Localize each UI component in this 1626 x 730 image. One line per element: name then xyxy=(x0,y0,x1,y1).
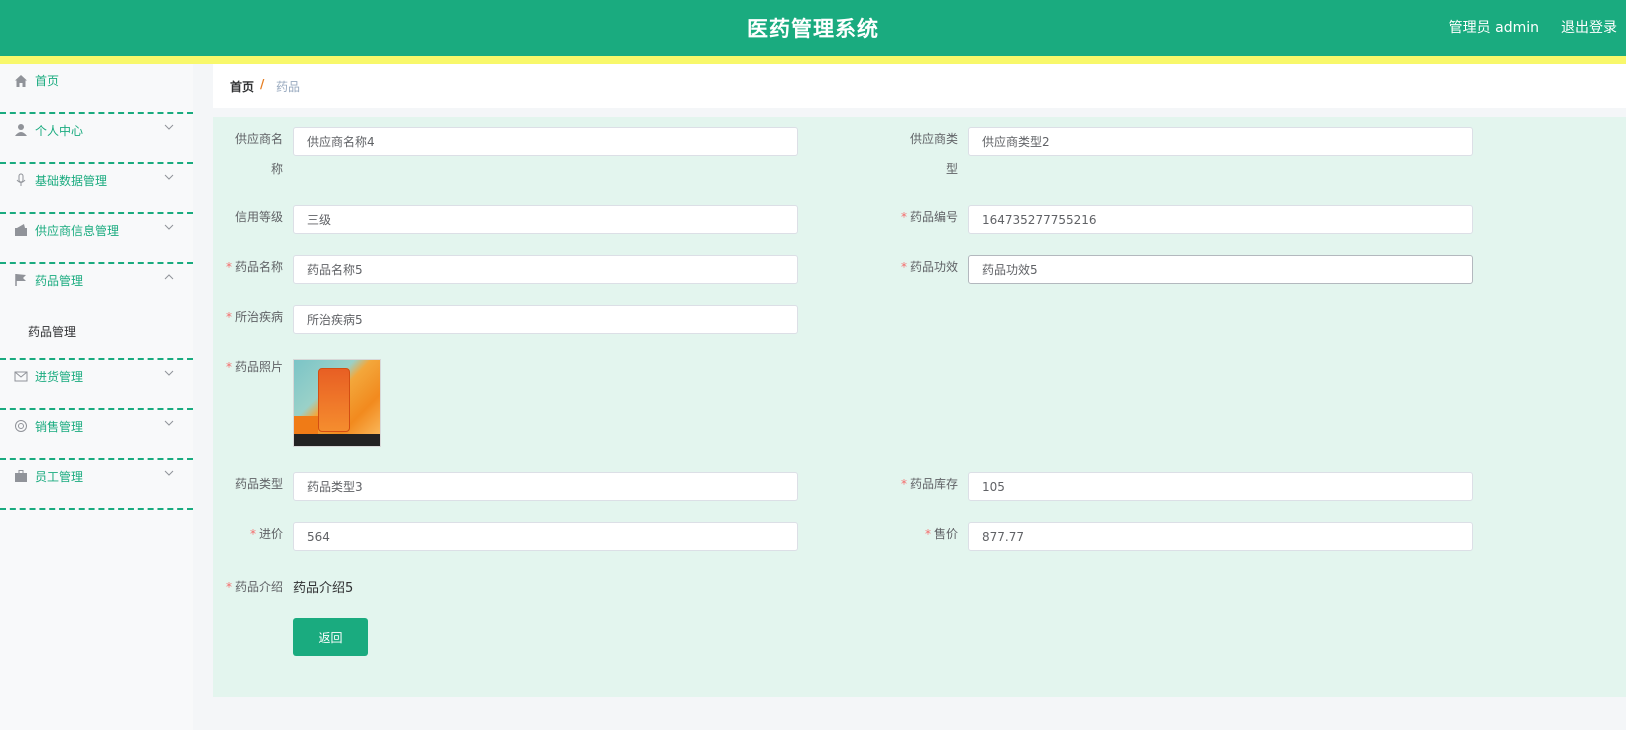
supplier-type-field[interactable] xyxy=(968,127,1473,156)
drug-effect-label: * 药品功效 xyxy=(900,260,958,274)
breadcrumb-current: 药品 xyxy=(276,80,301,94)
breadcrumb-home[interactable]: 首页 xyxy=(230,78,254,95)
sidebar-item-label: 基础数据管理 xyxy=(35,174,108,188)
sidebar-item-sales[interactable]: 销售管理 xyxy=(0,410,193,460)
chevron-down-icon xyxy=(164,174,174,180)
drug-name-label: * 药品名称 xyxy=(225,260,283,274)
drug-detail-form: 供应商名 称 供应商类 型 信用等级 *药品编号 *药品名称 *药品功效 *所治… xyxy=(213,117,1626,697)
drug-name-field[interactable] xyxy=(293,255,798,284)
back-button[interactable]: 返回 xyxy=(293,618,368,656)
sidebar-item-purchase[interactable]: 进货管理 xyxy=(0,360,193,410)
flag-icon xyxy=(15,274,26,286)
credit-level-label: 信用等级 xyxy=(234,210,283,224)
drug-photo-label: * 药品照片 xyxy=(225,360,283,374)
disease-field[interactable] xyxy=(293,305,798,334)
breadcrumb: 首页 / 药品 xyxy=(213,64,1626,108)
sidebar: 首页 个人中心 基础数据管理 供应商信息管理 药品管理 药品管理 进货管理 销售… xyxy=(0,64,193,730)
chevron-up-icon xyxy=(164,274,174,280)
user-icon xyxy=(15,124,27,136)
supplier-name-field[interactable] xyxy=(293,127,798,156)
sidebar-item-staff[interactable]: 员工管理 xyxy=(0,460,193,510)
sidebar-item-label: 进货管理 xyxy=(35,370,84,384)
bottle-graphic xyxy=(318,368,350,432)
sidebar-item-label: 首页 xyxy=(35,74,60,88)
chevron-down-icon xyxy=(164,470,174,476)
microphone-icon xyxy=(16,173,26,186)
strip-graphic xyxy=(294,434,380,446)
current-user: 管理员 admin xyxy=(1448,20,1539,36)
disease-label: * 所治疾病 xyxy=(225,310,283,324)
submenu-item-drug-management[interactable]: 药品管理 xyxy=(28,323,76,340)
app-title: 医药管理系统 xyxy=(747,17,879,41)
purchase-price-field[interactable] xyxy=(293,522,798,551)
intro-label: * 药品介绍 xyxy=(225,580,283,594)
mail-icon xyxy=(14,371,28,382)
logout-link[interactable]: 退出登录 xyxy=(1561,17,1617,37)
intro-text: 药品介绍5 xyxy=(293,581,354,596)
sidebar-item-supplier[interactable]: 供应商信息管理 xyxy=(0,214,193,264)
top-header: 医药管理系统 管理员 admin 退出登录 xyxy=(0,0,1626,64)
breadcrumb-separator: / xyxy=(260,77,265,91)
drug-photo-image[interactable] xyxy=(293,359,381,447)
sidebar-item-label: 个人中心 xyxy=(35,124,84,138)
home-icon xyxy=(15,75,27,87)
chevron-down-icon xyxy=(164,224,174,230)
briefcase-icon xyxy=(15,470,27,482)
purchase-price-label: * 进价 xyxy=(249,527,283,541)
sidebar-item-drug[interactable]: 药品管理 xyxy=(0,264,193,312)
credit-level-field[interactable] xyxy=(293,205,798,234)
sidebar-item-basic-data[interactable]: 基础数据管理 xyxy=(0,164,193,214)
chevron-down-icon xyxy=(164,124,174,130)
wallet-icon xyxy=(15,224,27,236)
submenu-drug: 药品管理 xyxy=(0,312,193,360)
drug-type-field[interactable] xyxy=(293,472,798,501)
tag-graphic xyxy=(294,416,318,434)
sidebar-item-label: 销售管理 xyxy=(35,420,84,434)
supplier-type-label: 供应商类 型 xyxy=(909,132,958,176)
sidebar-item-label: 供应商信息管理 xyxy=(35,224,120,238)
chevron-down-icon xyxy=(164,370,174,376)
supplier-name-label: 供应商名 称 xyxy=(234,132,283,176)
sale-price-label: * 售价 xyxy=(924,527,958,541)
drug-code-field[interactable] xyxy=(968,205,1473,234)
sale-price-field[interactable] xyxy=(968,522,1473,551)
sidebar-item-profile[interactable]: 个人中心 xyxy=(0,114,193,164)
sidebar-item-home[interactable]: 首页 xyxy=(0,64,193,114)
drug-code-label: * 药品编号 xyxy=(900,210,958,224)
sidebar-item-label: 员工管理 xyxy=(35,470,84,484)
sidebar-item-label: 药品管理 xyxy=(35,274,84,288)
stock-field[interactable] xyxy=(968,472,1473,501)
lifebuoy-icon xyxy=(15,420,27,432)
stock-label: * 药品库存 xyxy=(900,477,958,491)
chevron-down-icon xyxy=(164,420,174,426)
drug-type-label: 药品类型 xyxy=(234,477,283,491)
drug-effect-field[interactable] xyxy=(968,255,1473,284)
